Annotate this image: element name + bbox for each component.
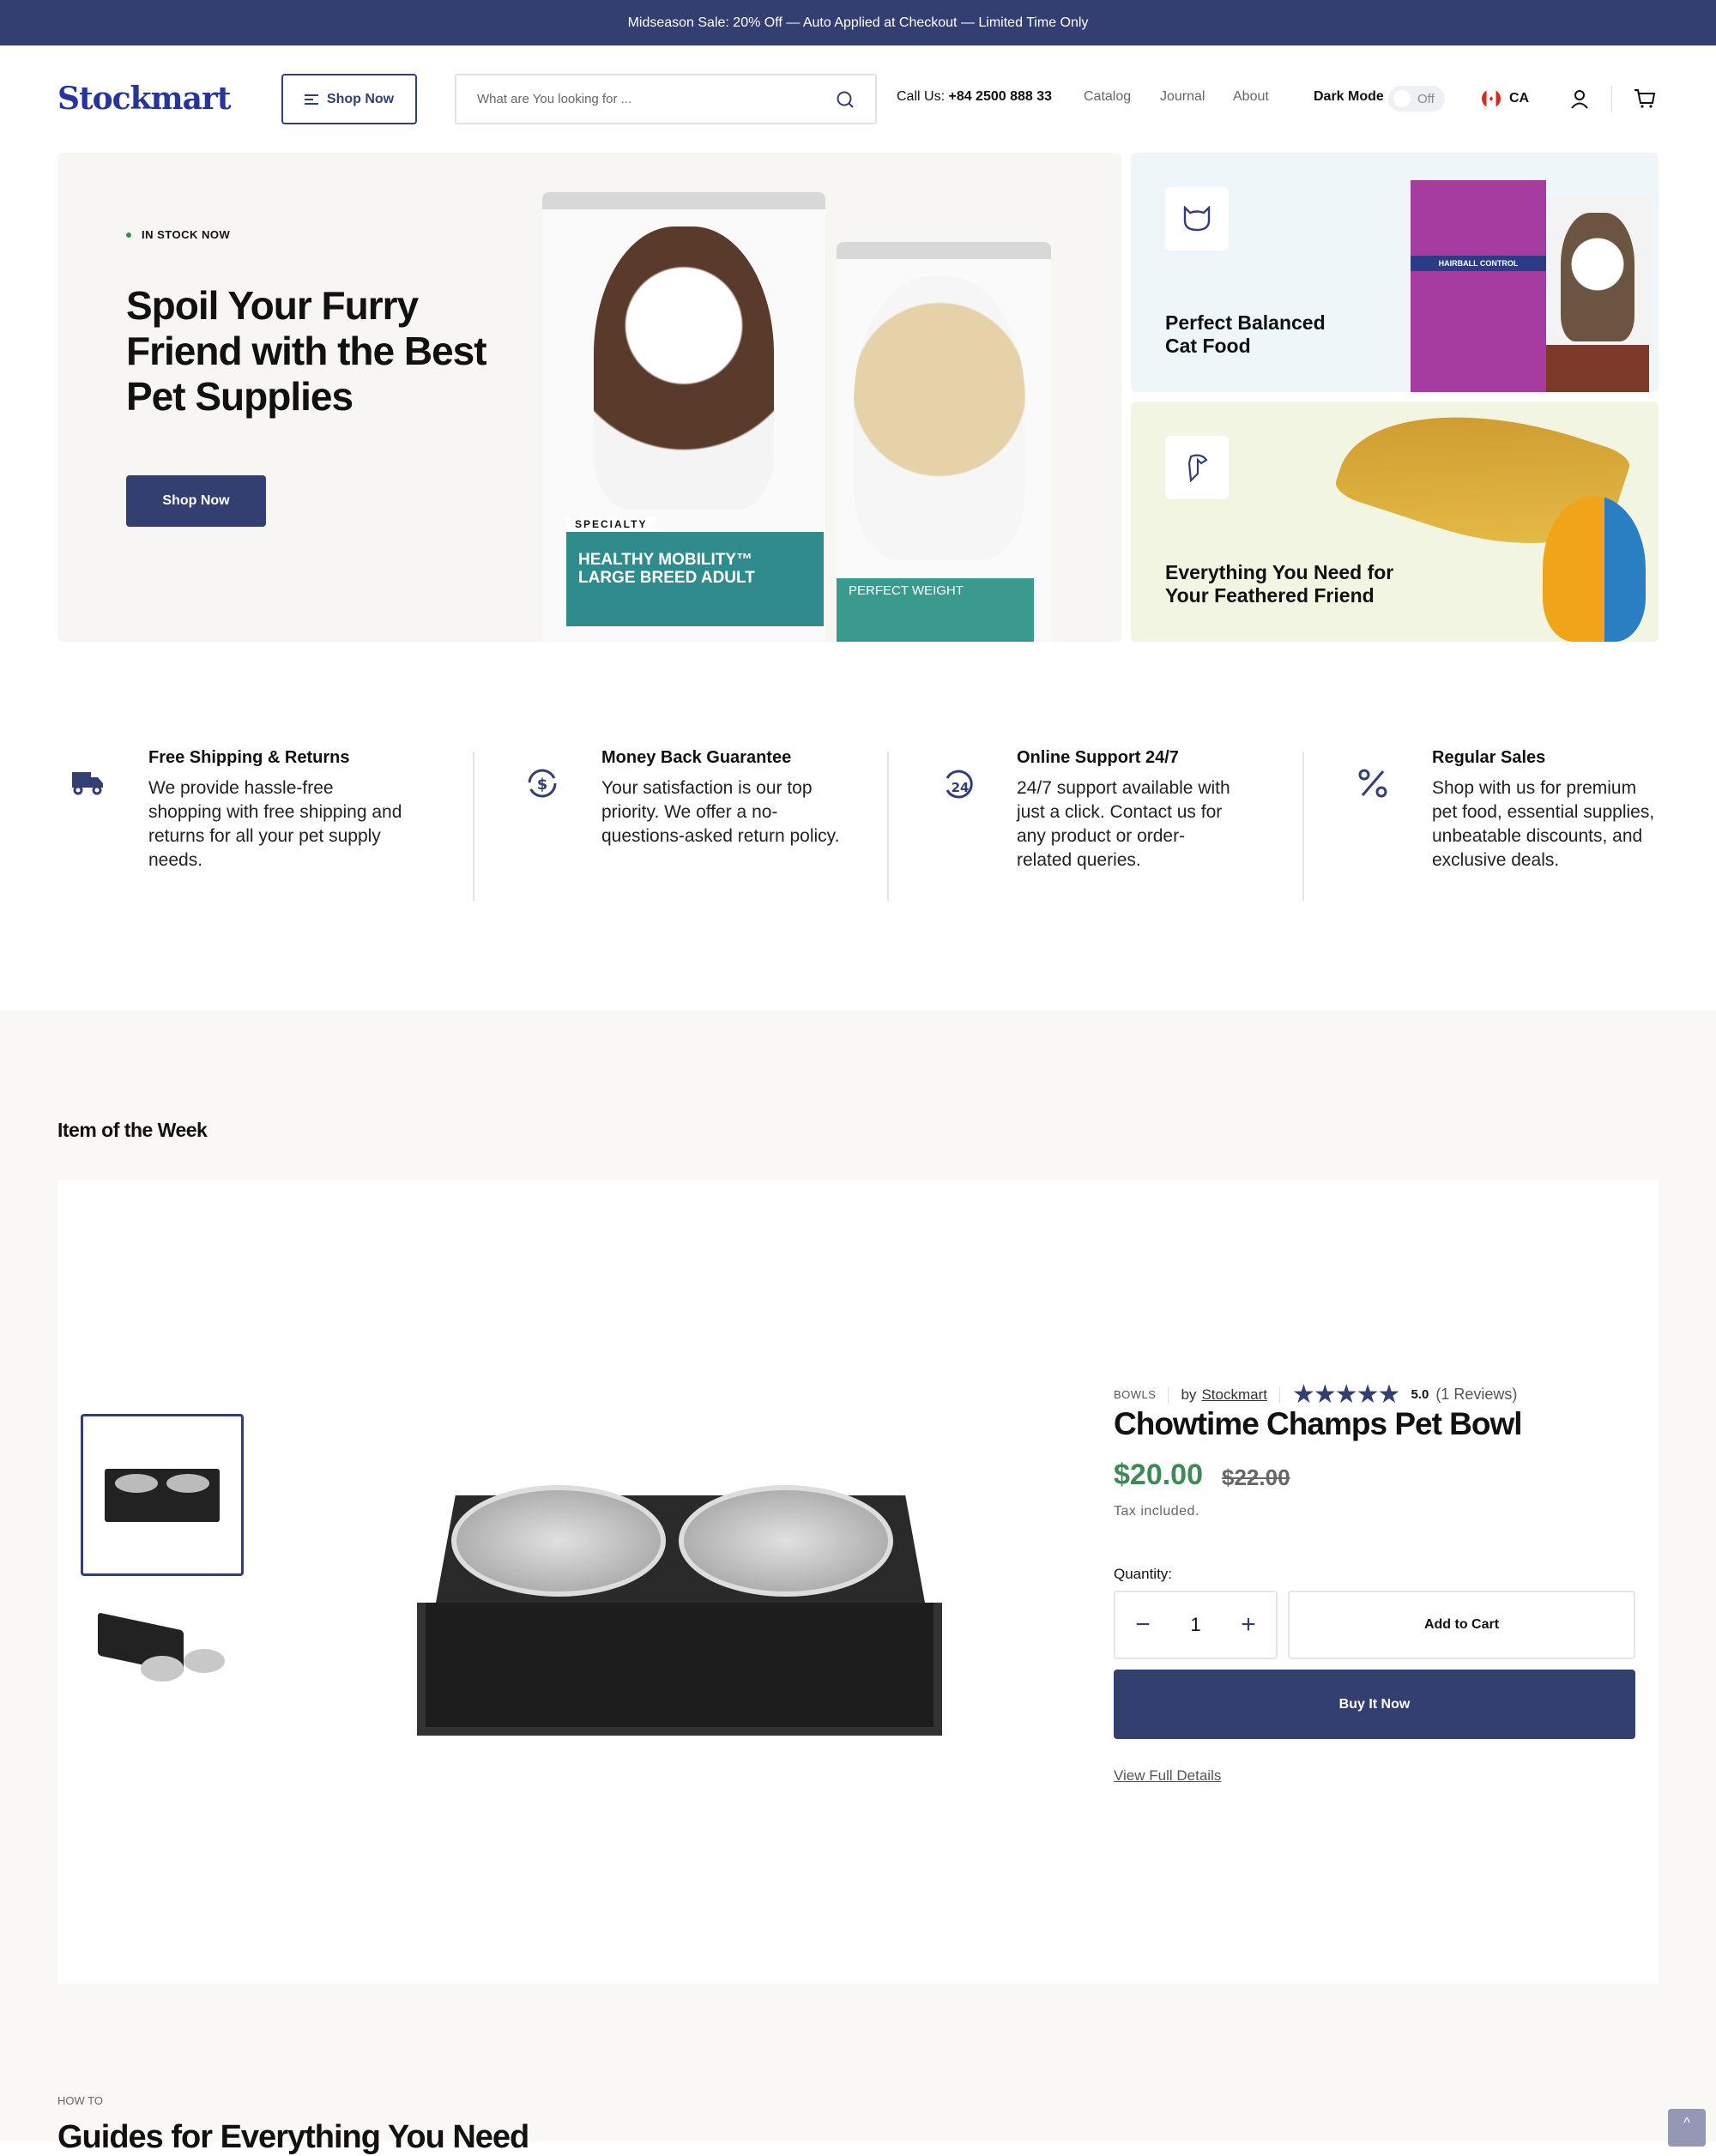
call-us: Call Us: +84 2500 888 33 (897, 89, 1052, 105)
feature-shipping: Free Shipping & Returns We provide hassle… (148, 748, 406, 873)
scroll-to-top-button[interactable]: ^ (1668, 2109, 1706, 2147)
menu-icon (304, 94, 318, 105)
stock-badge: IN STOCK NOW (126, 228, 230, 241)
money-back-icon: $ (525, 766, 559, 805)
buy-now-button[interactable]: Buy It Now (1114, 1670, 1635, 1739)
promo-title: Perfect Balanced Cat Food (1165, 311, 1326, 357)
quantity-stepper[interactable]: − 1 + (1114, 1591, 1278, 1659)
rating-value: 5.0 (1411, 1387, 1429, 1402)
nav-catalog[interactable]: Catalog (1084, 89, 1131, 105)
golden-retriever-photo (854, 276, 1025, 559)
promo-cat-food[interactable]: Perfect Balanced Cat Food HAIRBALL CONTR… (1131, 153, 1659, 392)
feature-text: 24/7 support available with just a click… (1017, 778, 1230, 870)
product-meta: BOWLS by Stockmart ★★★★★ 5.0 (1 Reviews) (1114, 1380, 1517, 1410)
product-title: Chowtime Champs Pet Bowl (1114, 1406, 1523, 1441)
dark-mode-toggle[interactable]: Off (1388, 86, 1445, 112)
divider (1302, 752, 1304, 901)
star-rating-icons: ★★★★★ (1291, 1380, 1400, 1409)
feature-text: Shop with us for premium pet food, essen… (1432, 778, 1655, 870)
vendor-prefix: by (1181, 1386, 1197, 1403)
tax-note: Tax included. (1114, 1504, 1199, 1519)
add-to-cart-button[interactable]: Add to Cart (1288, 1591, 1635, 1659)
divider (887, 752, 889, 901)
account-icon[interactable] (1570, 88, 1589, 109)
hero-title: Spoil Your Furry Friend with the Best Pe… (126, 283, 487, 419)
status-dot (126, 232, 131, 238)
divider (473, 752, 474, 901)
announcement-bar: Midseason Sale: 20% Off — Auto Applied a… (0, 0, 1716, 45)
guides-eyebrow: HOW TO (57, 2094, 103, 2107)
call-label: Call Us: (897, 89, 946, 104)
logo[interactable]: Stockmart (57, 81, 232, 117)
chevron-up-icon: ^ (1683, 2116, 1690, 2130)
dog-food-bag-image: HEALTHY MOBILITY™ LARGE BREED ADULT SPEC… (542, 192, 825, 642)
bag-top-label: SPECIALTY (566, 516, 656, 532)
promo-title: Everything You Need for Your Feathered F… (1165, 561, 1394, 607)
view-details-link[interactable]: View Full Details (1114, 1767, 1221, 1785)
feature-title: Money Back Guarantee (601, 748, 792, 767)
dog-food-bag-image-2: PERFECT WEIGHT (837, 242, 1051, 642)
dark-mode-label: Dark Mode (1314, 89, 1384, 104)
plus-icon[interactable]: + (1241, 1610, 1256, 1640)
bag-label: HEALTHY MOBILITY™ LARGE BREED ADULT (566, 532, 824, 626)
country-code: CA (1509, 91, 1530, 106)
country-selector[interactable]: ♦ CA (1482, 89, 1529, 108)
truck-icon (70, 769, 105, 800)
parrot-icon (1165, 436, 1229, 499)
product-category: BOWLS (1114, 1388, 1157, 1401)
toggle-knob (1393, 90, 1411, 107)
toggle-state: Off (1417, 91, 1435, 106)
section-title: Item of the Week (57, 1119, 208, 1141)
search-icon[interactable] (836, 90, 855, 109)
parrot-image (1543, 496, 1646, 642)
nav-journal[interactable]: Journal (1160, 89, 1205, 105)
thumbnail-1[interactable] (81, 1414, 244, 1576)
cat-bag-label: HAIRBALL CONTROL (1411, 256, 1546, 271)
hero-shop-now-button[interactable]: Shop Now (126, 475, 266, 527)
cat-photo-bag (1546, 196, 1649, 392)
minus-icon[interactable]: − (1135, 1610, 1151, 1640)
review-count[interactable]: (1 Reviews) (1435, 1386, 1517, 1404)
feature-money-back: Money Back Guarantee Your satisfaction is… (601, 748, 850, 849)
announcement-text: Midseason Sale: 20% Off — Auto Applied a… (627, 15, 1089, 30)
product-main-image (417, 1485, 942, 1736)
quantity-value[interactable]: 1 (1190, 1614, 1200, 1636)
shop-now-label: Shop Now (326, 91, 395, 106)
header-divider (1611, 86, 1612, 112)
search-placeholder: What are You looking for ... (477, 92, 632, 106)
feature-sales: Regular Sales Shop with us for premium pe… (1432, 748, 1664, 873)
feature-text: We provide hassle-free shopping with fre… (148, 778, 402, 870)
bag-label-2: PERFECT WEIGHT (837, 578, 1034, 642)
nav-about[interactable]: About (1233, 89, 1269, 105)
feature-text: Your satisfaction is our top priority. W… (601, 778, 840, 846)
bowl-stand-thumb-image (105, 1468, 220, 1522)
product-card: BOWLS by Stockmart ★★★★★ 5.0 (1 Reviews)… (57, 1180, 1659, 1984)
thumbnail-2[interactable] (98, 1612, 227, 1690)
search-input[interactable]: What are You looking for ... (455, 74, 877, 124)
vendor-link[interactable]: Stockmart (1201, 1386, 1267, 1404)
cart-icon[interactable] (1634, 88, 1656, 109)
hero-banner: IN STOCK NOW Spoil Your Furry Friend wit… (57, 153, 1121, 642)
phone-number[interactable]: +84 2500 888 33 (948, 89, 1052, 104)
sale-price: $20.00 (1114, 1458, 1203, 1491)
feature-support: Online Support 24/7 24/7 support availabl… (1017, 748, 1240, 873)
feature-title: Online Support 24/7 (1017, 748, 1179, 767)
svg-text:$: $ (537, 776, 548, 794)
feature-title: Free Shipping & Returns (148, 748, 350, 767)
shop-now-menu-button[interactable]: Shop Now (281, 74, 417, 124)
support-24-icon: 24 (940, 766, 976, 805)
cat-icon (1165, 187, 1229, 251)
canada-flag-icon: ♦ (1482, 89, 1501, 108)
dog-photo (594, 226, 774, 510)
quantity-label: Quantity: (1114, 1566, 1173, 1582)
guides-heading: Guides for Everything You Need (57, 2119, 529, 2155)
percent-icon (1357, 768, 1388, 803)
compare-price: $22.00 (1222, 1465, 1290, 1490)
stock-badge-text: IN STOCK NOW (142, 228, 231, 241)
cat-food-bag-image: HAIRBALL CONTROL (1411, 180, 1546, 392)
promo-bird[interactable]: Everything You Need for Your Feathered F… (1131, 402, 1659, 642)
feature-title: Regular Sales (1432, 748, 1546, 767)
svg-text:24: 24 (952, 780, 970, 795)
